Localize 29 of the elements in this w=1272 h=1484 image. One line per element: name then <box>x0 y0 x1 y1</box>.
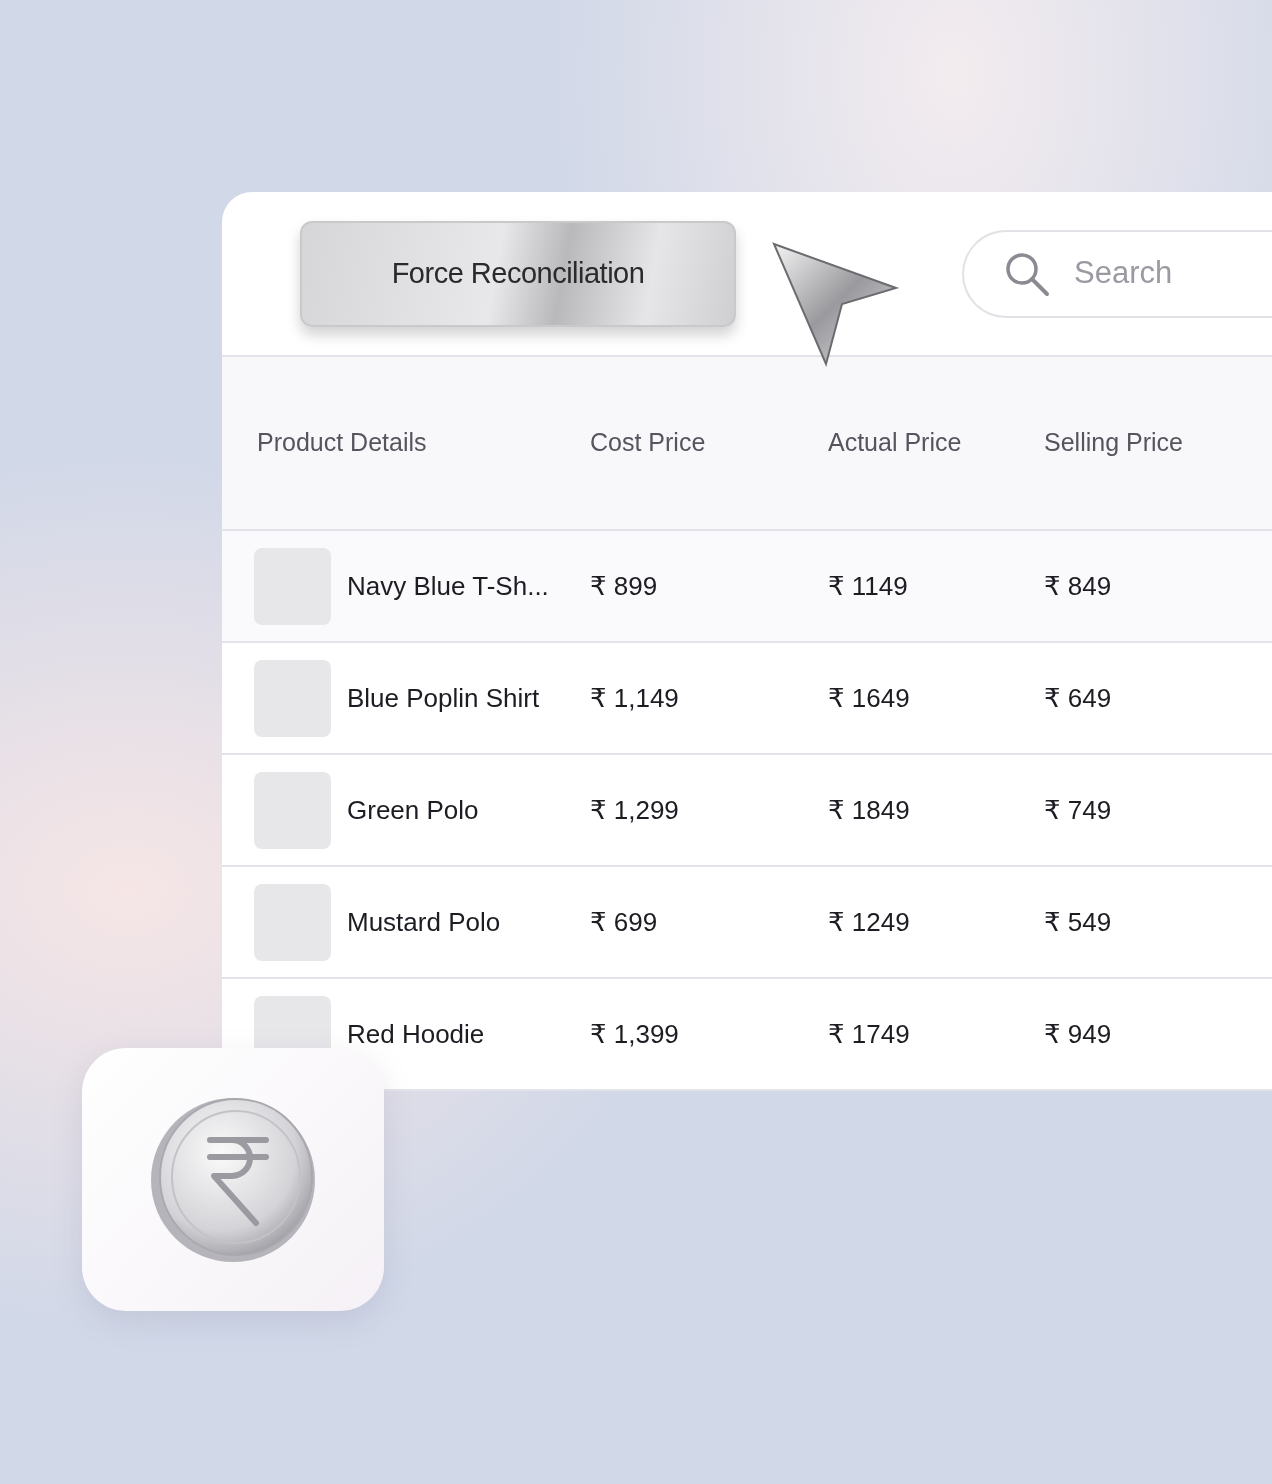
actual-price: ₹ 1649 <box>828 682 910 713</box>
selling-price: ₹ 849 <box>1044 570 1112 601</box>
cost-price: ₹ 1,149 <box>590 682 679 713</box>
cost-price: ₹ 899 <box>590 570 658 601</box>
product-name: Green Polo <box>347 793 479 827</box>
product-name: Blue Poplin Shirt <box>347 681 540 715</box>
product-name: Navy Blue T-Sh... <box>347 569 549 603</box>
cost-price: ₹ 1,299 <box>590 794 679 825</box>
actual-price: ₹ 1149 <box>828 570 908 601</box>
column-header: Cost Price <box>590 428 706 457</box>
search-field[interactable]: Search <box>962 229 1272 318</box>
column-header: Selling Price <box>1044 428 1183 457</box>
selling-price: ₹ 749 <box>1044 794 1112 825</box>
selling-price: ₹ 649 <box>1044 682 1112 713</box>
product-name: Mustard Polo <box>347 905 501 939</box>
cost-price: ₹ 699 <box>590 906 658 937</box>
cursor-arrow-icon <box>770 239 900 368</box>
cost-price: ₹ 1,399 <box>590 1018 679 1049</box>
product-name: Red Hoodie <box>347 1017 485 1051</box>
selling-price: ₹ 549 <box>1044 906 1112 937</box>
search-icon <box>1004 250 1050 297</box>
actual-price: ₹ 1849 <box>828 794 910 825</box>
force-reconciliation-button[interactable]: Force Reconciliation <box>300 220 736 327</box>
actual-price: ₹ 1249 <box>828 906 910 937</box>
selling-price: ₹ 949 <box>1044 1018 1112 1049</box>
search-input[interactable]: Search <box>1072 249 1222 298</box>
column-header: Actual Price <box>828 428 962 457</box>
column-header: Product Details <box>257 428 427 457</box>
actual-price: ₹ 1749 <box>828 1018 910 1049</box>
